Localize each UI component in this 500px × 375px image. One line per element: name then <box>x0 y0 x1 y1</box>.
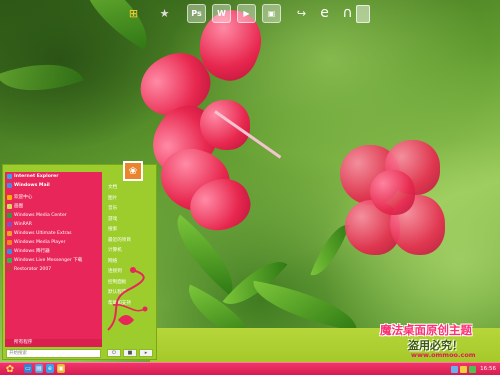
right-item-music[interactable]: 音乐 <box>105 204 155 215</box>
media-icon[interactable]: ▶ <box>237 3 256 23</box>
start-menu: Internet Explorer Windows Mail 欢迎中心 画图 W… <box>2 161 157 360</box>
media-center-icon <box>7 213 12 218</box>
program-item[interactable]: Windows Ultimate Extras <box>5 229 102 238</box>
program-item[interactable]: Internet Explorer <box>5 172 102 181</box>
paint-icon <box>7 204 12 209</box>
program-item[interactable]: Windows Media Center <box>5 211 102 220</box>
quick-launch: ▭ ▤ e ▣ <box>24 364 65 373</box>
program-item[interactable]: Windows Media Player <box>5 238 102 247</box>
doc-icon[interactable]: W <box>212 3 231 23</box>
show-desktop-icon[interactable]: ▭ <box>24 364 32 373</box>
ultimate-extras-icon <box>7 231 12 236</box>
start-button[interactable]: ✿ <box>2 363 18 375</box>
system-tray: 16:56 <box>451 364 498 374</box>
right-item-search[interactable]: 搜索 <box>105 225 155 236</box>
decorative-swirl <box>107 267 148 331</box>
messenger-icon <box>7 258 12 263</box>
start-search-input[interactable]: 开始搜索 <box>6 349 101 358</box>
user-avatar[interactable]: ❀ <box>123 161 143 181</box>
headphones-icon[interactable]: ∩ <box>339 5 356 22</box>
right-item-documents[interactable]: 文档 <box>105 183 155 194</box>
star-icon[interactable]: ★ <box>156 5 173 22</box>
clock[interactable]: 16:56 <box>478 366 498 372</box>
restorator-icon <box>7 267 12 272</box>
right-item-recent[interactable]: 最近的项目 <box>105 236 155 247</box>
brand-url: www.ommoo.com <box>411 351 476 359</box>
top-dock: ⊞ ★ Ps W ▶ ▣ ↪ e ∩ <box>125 3 356 23</box>
brand-title: 魔法桌面原创主题 <box>380 323 472 337</box>
right-item-pictures[interactable]: 图片 <box>105 194 155 205</box>
programs-list: Internet Explorer Windows Mail 欢迎中心 画图 W… <box>5 172 102 339</box>
security-icon[interactable] <box>469 365 477 373</box>
switch-windows-icon[interactable]: ▤ <box>35 364 43 373</box>
volume-icon[interactable] <box>460 365 468 373</box>
mail-icon <box>7 183 12 188</box>
program-item[interactable]: WinRAR <box>5 220 102 229</box>
power-button[interactable]: ⏻ <box>107 349 121 357</box>
ie-icon[interactable]: e <box>46 364 54 373</box>
program-item[interactable]: 欢迎中心 <box>5 193 102 202</box>
program-item[interactable]: Windows Live Messenger 下载 <box>5 256 102 265</box>
lock-button[interactable]: ■ <box>123 349 137 357</box>
program-item[interactable]: Restorator 2007 <box>5 265 102 274</box>
winrar-icon <box>7 222 12 227</box>
program-item[interactable]: 画图 <box>5 202 102 211</box>
ie-icon <box>7 174 12 179</box>
all-programs-button[interactable]: 所有程序 <box>5 339 102 347</box>
welcome-center-icon <box>7 195 12 200</box>
ps-icon[interactable]: Ps <box>187 3 206 23</box>
arrow-icon[interactable]: ↪ <box>293 5 310 22</box>
ie-icon[interactable]: e <box>316 5 333 22</box>
right-item-computer[interactable]: 计算机 <box>105 246 155 257</box>
folder-icon[interactable]: ▣ <box>262 3 281 23</box>
taskbar: ✿ ▭ ▤ e ▣ 16:56 <box>0 362 500 375</box>
windows-flag-icon[interactable]: ⊞ <box>125 5 142 22</box>
program-item[interactable]: Windows Mail <box>5 181 102 190</box>
recycle-bin-icon[interactable] <box>356 5 370 23</box>
right-item-games[interactable]: 游戏 <box>105 215 155 226</box>
shutdown-options-button[interactable]: ▸ <box>139 349 153 357</box>
program-icon <box>7 249 12 254</box>
media-player-icon <box>7 240 12 245</box>
program-item[interactable]: Windows 降行器 <box>5 247 102 256</box>
power-buttons: ⏻ ■ ▸ <box>107 349 153 357</box>
folder-icon[interactable]: ▣ <box>57 364 65 373</box>
network-icon[interactable] <box>451 365 459 373</box>
